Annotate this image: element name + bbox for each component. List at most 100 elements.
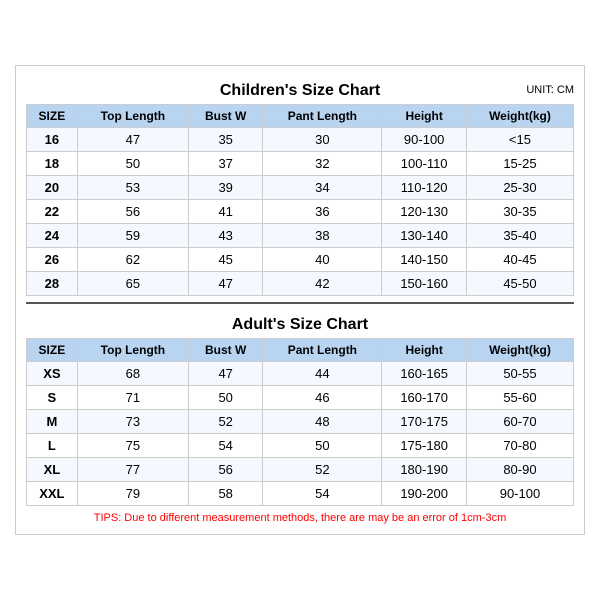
table-cell: 100-110 — [382, 152, 467, 176]
table-cell: 52 — [189, 410, 263, 434]
unit-label: UNIT: CM — [526, 84, 574, 96]
table-cell: 44 — [263, 362, 382, 386]
table-cell: 77 — [77, 458, 188, 482]
table-cell: 48 — [263, 410, 382, 434]
adult-section: Adult's Size Chart SIZE Top Length Bust … — [26, 310, 574, 506]
header-size: SIZE — [27, 105, 78, 128]
table-cell: 90-100 — [466, 482, 573, 506]
table-cell: 16 — [27, 128, 78, 152]
table-cell: 40 — [263, 248, 382, 272]
table-cell: 50 — [263, 434, 382, 458]
adult-header-top-length: Top Length — [77, 339, 188, 362]
table-cell: 75 — [77, 434, 188, 458]
table-cell: <15 — [466, 128, 573, 152]
children-table-header: SIZE Top Length Bust W Pant Length Heigh… — [27, 105, 574, 128]
table-cell: 80-90 — [466, 458, 573, 482]
table-cell: 160-170 — [382, 386, 467, 410]
table-row: XXL795854190-20090-100 — [27, 482, 574, 506]
table-cell: 24 — [27, 224, 78, 248]
table-cell: 90-100 — [382, 128, 467, 152]
size-chart-container: Children's Size Chart UNIT: CM SIZE Top … — [15, 65, 585, 535]
children-table-body: 1647353090-100<1518503732100-11015-25205… — [27, 128, 574, 296]
table-cell: 50 — [189, 386, 263, 410]
adult-section-title: Adult's Size Chart — [26, 310, 574, 338]
table-cell: 54 — [189, 434, 263, 458]
table-cell: 50-55 — [466, 362, 573, 386]
table-cell: 79 — [77, 482, 188, 506]
table-cell: 26 — [27, 248, 78, 272]
tips-text: TIPS: Due to different measurement metho… — [26, 512, 574, 524]
table-cell: 180-190 — [382, 458, 467, 482]
table-cell: 175-180 — [382, 434, 467, 458]
table-cell: L — [27, 434, 78, 458]
adult-title-text: Adult's Size Chart — [232, 316, 368, 333]
table-row: XL775652180-19080-90 — [27, 458, 574, 482]
table-cell: 45 — [189, 248, 263, 272]
table-row: M735248170-17560-70 — [27, 410, 574, 434]
table-cell: XS — [27, 362, 78, 386]
table-cell: 52 — [263, 458, 382, 482]
table-cell: XXL — [27, 482, 78, 506]
table-cell: 56 — [189, 458, 263, 482]
table-cell: 190-200 — [382, 482, 467, 506]
table-cell: 73 — [77, 410, 188, 434]
table-cell: 62 — [77, 248, 188, 272]
table-cell: XL — [27, 458, 78, 482]
table-cell: 47 — [77, 128, 188, 152]
table-cell: 68 — [77, 362, 188, 386]
table-cell: 53 — [77, 176, 188, 200]
section-divider — [26, 302, 574, 304]
table-cell: 40-45 — [466, 248, 573, 272]
table-row: XS684744160-16550-55 — [27, 362, 574, 386]
adult-table-body: XS684744160-16550-55S715046160-17055-60M… — [27, 362, 574, 506]
table-row: 26624540140-15040-45 — [27, 248, 574, 272]
table-cell: 20 — [27, 176, 78, 200]
table-cell: 30-35 — [466, 200, 573, 224]
children-size-table: SIZE Top Length Bust W Pant Length Heigh… — [26, 104, 574, 296]
table-cell: 54 — [263, 482, 382, 506]
table-cell: 120-130 — [382, 200, 467, 224]
adult-header-height: Height — [382, 339, 467, 362]
children-section-title: Children's Size Chart UNIT: CM — [26, 76, 574, 104]
table-cell: 110-120 — [382, 176, 467, 200]
table-cell: 150-160 — [382, 272, 467, 296]
header-top-length: Top Length — [77, 105, 188, 128]
table-cell: 25-30 — [466, 176, 573, 200]
table-row: 28654742150-16045-50 — [27, 272, 574, 296]
adult-header-pant-length: Pant Length — [263, 339, 382, 362]
adult-table-header: SIZE Top Length Bust W Pant Length Heigh… — [27, 339, 574, 362]
table-cell: 130-140 — [382, 224, 467, 248]
adult-header-size: SIZE — [27, 339, 78, 362]
table-cell: 15-25 — [466, 152, 573, 176]
table-row: 18503732100-11015-25 — [27, 152, 574, 176]
table-row: S715046160-17055-60 — [27, 386, 574, 410]
table-cell: 47 — [189, 272, 263, 296]
table-cell: 39 — [189, 176, 263, 200]
table-cell: 32 — [263, 152, 382, 176]
adult-header-weight: Weight(kg) — [466, 339, 573, 362]
table-cell: 65 — [77, 272, 188, 296]
table-cell: 28 — [27, 272, 78, 296]
table-cell: 60-70 — [466, 410, 573, 434]
table-cell: 160-165 — [382, 362, 467, 386]
table-cell: 37 — [189, 152, 263, 176]
table-cell: 30 — [263, 128, 382, 152]
table-cell: 50 — [77, 152, 188, 176]
table-cell: 43 — [189, 224, 263, 248]
table-cell: S — [27, 386, 78, 410]
table-row: L755450175-18070-80 — [27, 434, 574, 458]
children-title-text: Children's Size Chart — [220, 82, 380, 99]
header-weight: Weight(kg) — [466, 105, 573, 128]
table-cell: 71 — [77, 386, 188, 410]
table-cell: 56 — [77, 200, 188, 224]
table-cell: 18 — [27, 152, 78, 176]
header-height: Height — [382, 105, 467, 128]
table-cell: 35-40 — [466, 224, 573, 248]
table-row: 24594338130-14035-40 — [27, 224, 574, 248]
table-cell: 55-60 — [466, 386, 573, 410]
table-cell: 35 — [189, 128, 263, 152]
table-cell: 140-150 — [382, 248, 467, 272]
table-cell: 170-175 — [382, 410, 467, 434]
table-cell: 47 — [189, 362, 263, 386]
table-cell: 41 — [189, 200, 263, 224]
